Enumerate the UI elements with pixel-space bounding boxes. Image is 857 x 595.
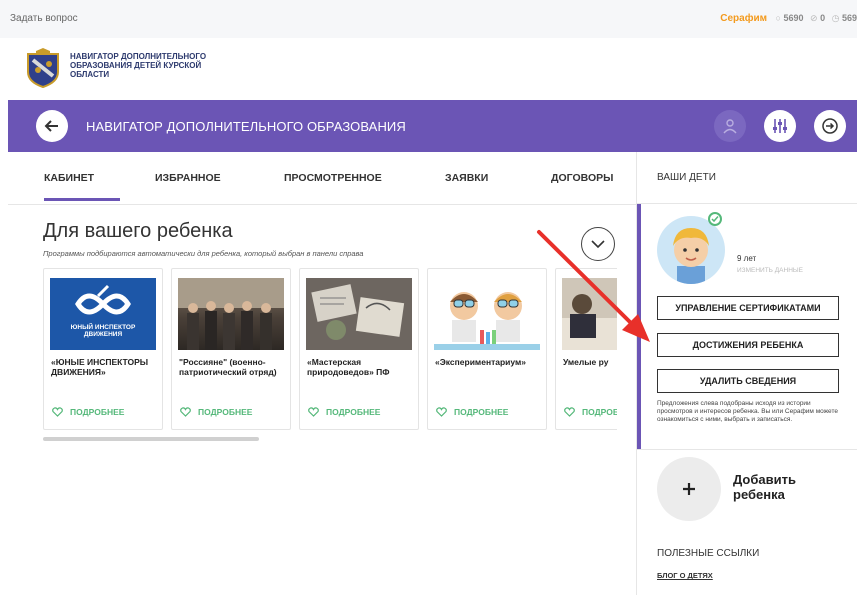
tab-applications[interactable]: Заявки [445, 172, 488, 184]
edit-child-link[interactable]: Изменить данные [737, 267, 803, 274]
children-panel: Ваши дети 9 лет Изменить данные Управлен… [636, 152, 857, 595]
tab-favorites[interactable]: Избранное [155, 172, 221, 184]
heart-icon[interactable] [52, 407, 63, 417]
stat-zero-icon: ⊘ [810, 13, 818, 23]
logout-icon [822, 118, 838, 134]
coat-of-arms-icon[interactable] [24, 48, 62, 88]
heart-icon[interactable] [436, 407, 447, 417]
stat-value-3: 569 [841, 13, 857, 23]
chevron-down-icon [591, 240, 605, 249]
program-image[interactable] [562, 278, 617, 350]
details-link[interactable]: Подробнее [52, 407, 124, 417]
details-link[interactable]: Подробнее [436, 407, 508, 417]
program-card[interactable]: "Россияне" (военно-патриотический отряд)… [171, 268, 291, 430]
back-button[interactable] [36, 110, 68, 142]
program-card[interactable]: ЮНЫЙ ИНСПЕКТОР ДВИЖЕНИЯ «Юные инспекторы… [43, 268, 163, 430]
program-image-text: ЮНЫЙ ИНСПЕКТОР ДВИЖЕНИЯ [70, 324, 136, 338]
program-title[interactable]: «Мастерская природоведов» ПФ [307, 357, 415, 377]
stat-value-1: 5690 [783, 13, 804, 23]
tab-contracts[interactable]: Договоры [551, 172, 613, 184]
page: Задать вопрос Серафим ○ 5690 ⊘ 0 ◷ 569 Н… [0, 0, 857, 595]
plus-icon [683, 483, 695, 495]
details-link[interactable]: Подробнее [180, 407, 252, 417]
program-image[interactable] [434, 278, 540, 350]
program-image[interactable] [306, 278, 412, 350]
program-title[interactable]: «Юные инспекторы движения» [51, 357, 159, 377]
selected-check-icon [708, 212, 722, 226]
group-photo [178, 278, 284, 350]
logo-row: Навигатор дополнительного образования де… [0, 38, 857, 100]
details-label: Подробнее [582, 407, 617, 417]
logout-button[interactable] [814, 110, 846, 142]
stat-clock-icon: ◷ [831, 13, 840, 23]
panel-divider [637, 449, 857, 450]
sliders-icon [773, 119, 787, 133]
filter-button[interactable] [764, 110, 796, 142]
child-card: 9 лет Изменить данные Управление сертифи… [637, 204, 857, 449]
program-cards: ЮНЫЙ ИНСПЕКТОР ДВИЖЕНИЯ «Юные инспекторы… [43, 268, 617, 430]
child-age: 9 лет [737, 254, 757, 263]
user-info: Серафим ○ 5690 ⊘ 0 ◷ 569 [720, 13, 857, 24]
tab-cabinet[interactable]: Кабинет [44, 172, 94, 184]
program-image[interactable] [178, 278, 284, 350]
collapse-button[interactable] [581, 227, 615, 261]
logo-text[interactable]: Навигатор дополнительного образования де… [70, 52, 240, 79]
program-card[interactable]: Умелые ру Подробнее [555, 268, 617, 430]
useful-links-title: Полезные ссылки [657, 548, 760, 559]
nature-sketch-photo [311, 284, 405, 340]
child-avatar-icon [673, 228, 709, 284]
manage-certificates-button[interactable]: Управление сертификатами [657, 296, 839, 320]
details-label: Подробнее [454, 407, 509, 417]
recommendations-note: Предложения слева подобраны исходя из ис… [657, 400, 838, 423]
scientists-illustration [434, 292, 540, 350]
tabs-divider [8, 204, 636, 205]
cards-scrollbar[interactable] [43, 437, 259, 441]
program-title[interactable]: Умелые ру [563, 357, 617, 367]
program-image[interactable]: ЮНЫЙ ИНСПЕКТОР ДВИЖЕНИЯ [50, 278, 156, 350]
details-link[interactable]: Подробнее [308, 407, 380, 417]
add-child-label[interactable]: Добавить ребенка [733, 472, 833, 502]
details-label: Подробнее [326, 407, 381, 417]
details-link[interactable]: Подробнее [564, 407, 617, 417]
top-utility-bar: Задать вопрос Серафим ○ 5690 ⊘ 0 ◷ 569 [0, 0, 857, 38]
add-child-button[interactable] [657, 457, 721, 521]
cabinet-tabs: Кабинет Избранное Просмотренное Заявки Д… [8, 152, 636, 204]
program-card[interactable]: «Экспериментариум» Подробнее [427, 268, 547, 430]
section-subtitle: Программы подбираются автоматически для … [43, 249, 364, 258]
program-title[interactable]: «Экспериментариум» [435, 357, 543, 367]
details-label: Подробнее [70, 407, 125, 417]
program-card[interactable]: «Мастерская природоведов» ПФ Подробнее [299, 268, 419, 430]
yid-logo-icon [75, 284, 131, 315]
child-achievements-button[interactable]: Достижения ребенка [657, 333, 839, 357]
profile-button[interactable] [714, 110, 746, 142]
delete-info-button[interactable]: Удалить сведения [657, 369, 839, 393]
heart-icon[interactable] [308, 407, 319, 417]
user-name[interactable]: Серафим [720, 13, 767, 24]
main-navbar: Навигатор дополнительного образования [8, 100, 857, 152]
heart-icon[interactable] [180, 407, 191, 417]
program-title[interactable]: "Россияне" (военно-патриотический отряд) [179, 357, 287, 377]
stat-circle-icon: ○ [775, 13, 781, 23]
tab-viewed[interactable]: Просмотренное [284, 172, 382, 184]
children-panel-title: Ваши дети [657, 172, 716, 183]
section-title: Для вашего ребенка [43, 220, 233, 242]
handcraft-photo [562, 294, 617, 350]
child-avatar[interactable] [657, 216, 725, 284]
active-tab-indicator [44, 198, 120, 201]
details-label: Подробнее [198, 407, 253, 417]
user-icon [723, 119, 737, 134]
heart-icon[interactable] [564, 407, 575, 417]
navbar-title[interactable]: Навигатор дополнительного образования [86, 119, 406, 134]
blog-link[interactable]: Блог о детях [657, 571, 713, 580]
stat-value-2: 0 [820, 13, 826, 23]
arrow-left-icon [44, 120, 58, 132]
ask-question-link[interactable]: Задать вопрос [10, 13, 78, 24]
